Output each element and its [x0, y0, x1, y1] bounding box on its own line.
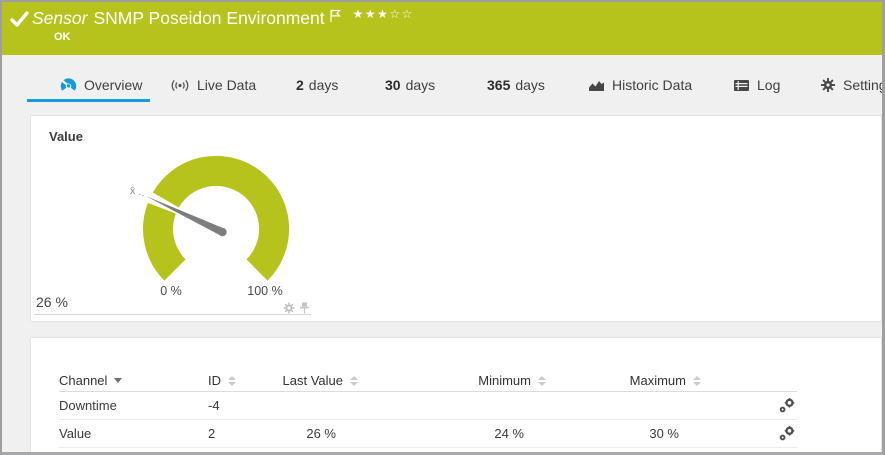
tab-label: Log	[757, 77, 781, 93]
area-chart-icon	[589, 81, 604, 91]
gauge-panel: Value x̄ 0 % 100 % 26 %	[30, 115, 882, 322]
ok-check-icon	[10, 11, 29, 27]
tab-2-days[interactable]: 2 days	[296, 70, 338, 100]
flag-icon[interactable]	[330, 9, 341, 23]
pin-icon[interactable]	[299, 302, 310, 314]
tab-label-strong: 2	[296, 77, 304, 93]
tab-live-data[interactable]: Live Data	[170, 70, 256, 100]
sensor-title: Sensor SNMP Poseidon Environment ★★★☆☆	[32, 6, 414, 30]
sensor-header: Sensor SNMP Poseidon Environment ★★★☆☆ O…	[2, 2, 882, 55]
channel-minimum: 24 %	[494, 426, 524, 441]
table-row: Value 2 26 % 24 % 30 %	[59, 420, 797, 448]
value-gauge[interactable]: x̄ 0 % 100 %	[31, 116, 351, 316]
column-label: ID	[208, 373, 221, 388]
tab-365-days[interactable]: 365 days	[487, 70, 545, 100]
column-header-last-value[interactable]: Last Value	[283, 373, 358, 388]
sort-icon	[693, 375, 701, 386]
broadcast-icon	[171, 79, 189, 91]
status-badge: OK	[54, 31, 71, 43]
tab-label-strong: 30	[385, 77, 401, 93]
channel-maximum: 30 %	[649, 426, 679, 441]
gauge-current-value: 26 %	[36, 294, 68, 310]
table-row: Downtime -4	[59, 392, 797, 420]
channel-name[interactable]: Downtime	[59, 398, 208, 413]
tab-historic-data[interactable]: Historic Data	[588, 70, 692, 100]
column-label: Maximum	[629, 373, 686, 388]
sort-icon	[228, 375, 236, 386]
sensor-page: Sensor SNMP Poseidon Environment ★★★☆☆ O…	[2, 2, 882, 452]
tab-label: days	[405, 77, 436, 93]
widget-settings-gear-icon[interactable]	[283, 302, 295, 314]
sort-desc-icon	[114, 378, 123, 383]
column-header-maximum[interactable]: Maximum	[546, 373, 701, 388]
column-header-minimum[interactable]: Minimum	[358, 373, 546, 388]
channel-settings-gears-icon[interactable]	[779, 426, 795, 441]
gauge-arc-segment	[143, 202, 187, 281]
active-tab-indicator	[27, 99, 150, 102]
gauge-arc-segment	[152, 155, 290, 281]
table-header-row: Channel ID Last Value Minimum Maximum	[59, 370, 797, 392]
channel-table: Channel ID Last Value Minimum Maximum Do…	[59, 370, 797, 448]
tab-label: Overview	[84, 77, 143, 93]
tab-bar: Overview Live Data 2 days 30 days 365 da…	[2, 55, 882, 115]
channel-settings-gears-icon[interactable]	[779, 398, 795, 413]
tab-30-days[interactable]: 30 days	[385, 70, 435, 100]
sensor-type-label: Sensor	[32, 8, 88, 28]
sort-icon	[350, 375, 358, 386]
tab-label: Settings	[843, 77, 882, 93]
tab-settings[interactable]: Settings	[820, 70, 882, 100]
column-header-channel[interactable]: Channel	[59, 373, 208, 388]
tab-label: Historic Data	[612, 77, 693, 93]
tab-label: Live Data	[197, 77, 257, 93]
tab-label-strong: 365	[487, 77, 511, 93]
tab-overview[interactable]: Overview	[60, 70, 142, 100]
column-label: Last Value	[282, 373, 343, 388]
channel-name[interactable]: Value	[59, 426, 208, 441]
channel-id: -4	[208, 398, 220, 413]
gauge-scale-min: 0 %	[160, 284, 182, 298]
gear-icon	[821, 78, 835, 92]
priority-stars[interactable]: ★★★☆☆	[353, 7, 414, 21]
channel-last-value: 26 %	[306, 426, 336, 441]
tab-label: days	[515, 77, 545, 93]
gauge-mean-marker: x̄	[130, 185, 136, 197]
channel-id: 2	[208, 426, 216, 441]
sensor-name: SNMP Poseidon Environment	[93, 8, 325, 28]
column-label: Channel	[59, 373, 108, 388]
channel-table-panel: Channel ID Last Value Minimum Maximum Do…	[30, 337, 882, 452]
column-label: Minimum	[478, 373, 531, 388]
gauge-widget-divider	[34, 314, 311, 315]
tab-log[interactable]: Log	[733, 70, 780, 100]
tab-label: days	[308, 77, 339, 93]
gauge-icon	[60, 78, 77, 91]
log-list-icon	[734, 79, 749, 91]
gauge-scale-max: 100 %	[247, 284, 282, 298]
sort-icon	[538, 375, 546, 386]
